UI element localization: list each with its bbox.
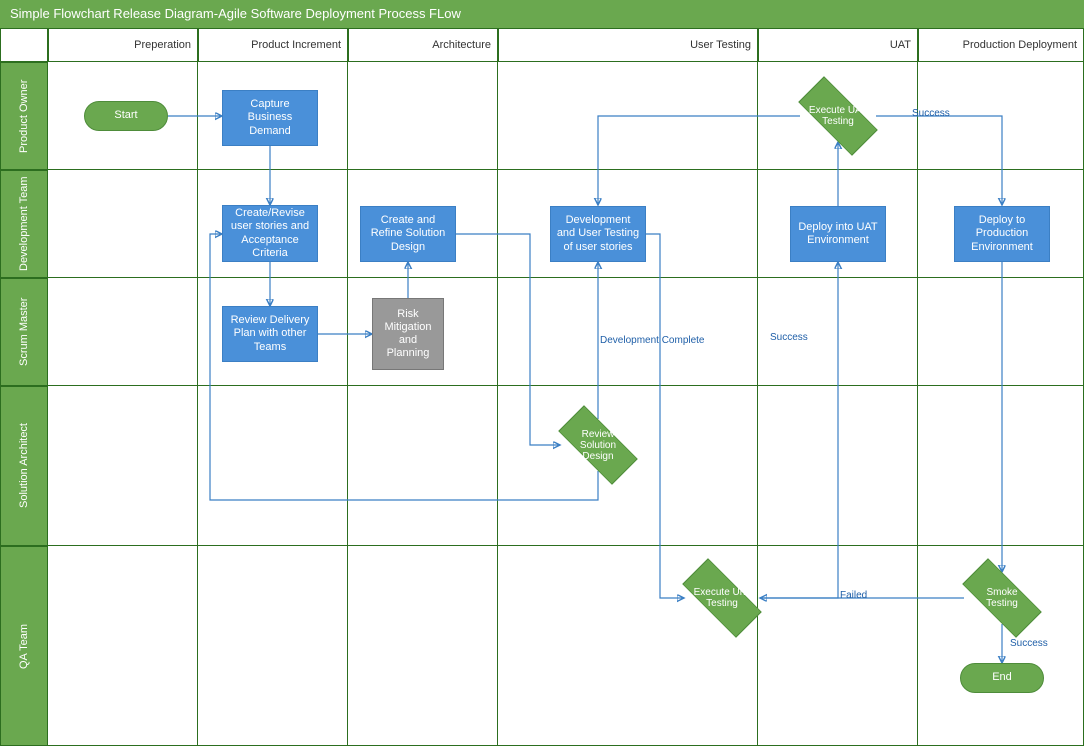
corner-cell bbox=[0, 28, 48, 62]
review-solution-design-decision: Review Solution Design bbox=[560, 419, 636, 471]
row-scrum-master: Scrum Master bbox=[0, 278, 48, 386]
deploy-to-production: Deploy to Production Environment bbox=[954, 206, 1050, 262]
row-product-owner: Product Owner bbox=[0, 62, 48, 170]
col-uat: UAT bbox=[758, 28, 918, 62]
row-qa-team: QA Team bbox=[0, 546, 48, 746]
capture-business-demand: Capture Business Demand bbox=[222, 90, 318, 146]
create-refine-solution: Create and Refine Solution Design bbox=[360, 206, 456, 262]
end-terminator: End bbox=[960, 663, 1044, 693]
development-user-testing: Development and User Testing of user sto… bbox=[550, 206, 646, 262]
col-product-increment: Product Increment bbox=[198, 28, 348, 62]
review-delivery-plan: Review Delivery Plan with other Teams bbox=[222, 306, 318, 362]
start-terminator: Start bbox=[84, 101, 168, 131]
edge-label-success-smoke: Success bbox=[1010, 638, 1048, 649]
edge-label-success-unit: Success bbox=[770, 332, 808, 343]
col-production-deployment: Production Deployment bbox=[918, 28, 1084, 62]
edge-label-development-complete: Development Complete bbox=[600, 335, 705, 346]
deploy-into-uat: Deploy into UAT Environment bbox=[790, 206, 886, 262]
col-architecture: Architecture bbox=[348, 28, 498, 62]
create-revise-stories: Create/Revise user stories and Acceptanc… bbox=[222, 205, 318, 262]
swimlane-grid: Preperation Product Increment Architectu… bbox=[0, 28, 1084, 746]
col-user-testing: User Testing bbox=[498, 28, 758, 62]
row-development-team: Development Team bbox=[0, 170, 48, 278]
row-solution-architect: Solution Architect bbox=[0, 386, 48, 546]
risk-mitigation: Risk Mitigation and Planning bbox=[372, 298, 444, 370]
diagram-title: Simple Flowchart Release Diagram-Agile S… bbox=[0, 0, 1084, 28]
edge-label-success-uat: Success bbox=[912, 108, 950, 119]
edge-label-failed: Failed bbox=[840, 590, 867, 601]
execute-uat-testing-decision: Execute UAT Testing bbox=[800, 90, 876, 142]
col-preperation: Preperation bbox=[48, 28, 198, 62]
execute-unit-testing-decision: Execute Unit Testing bbox=[684, 572, 760, 624]
smoke-testing-decision: Smoke Testing bbox=[964, 572, 1040, 624]
